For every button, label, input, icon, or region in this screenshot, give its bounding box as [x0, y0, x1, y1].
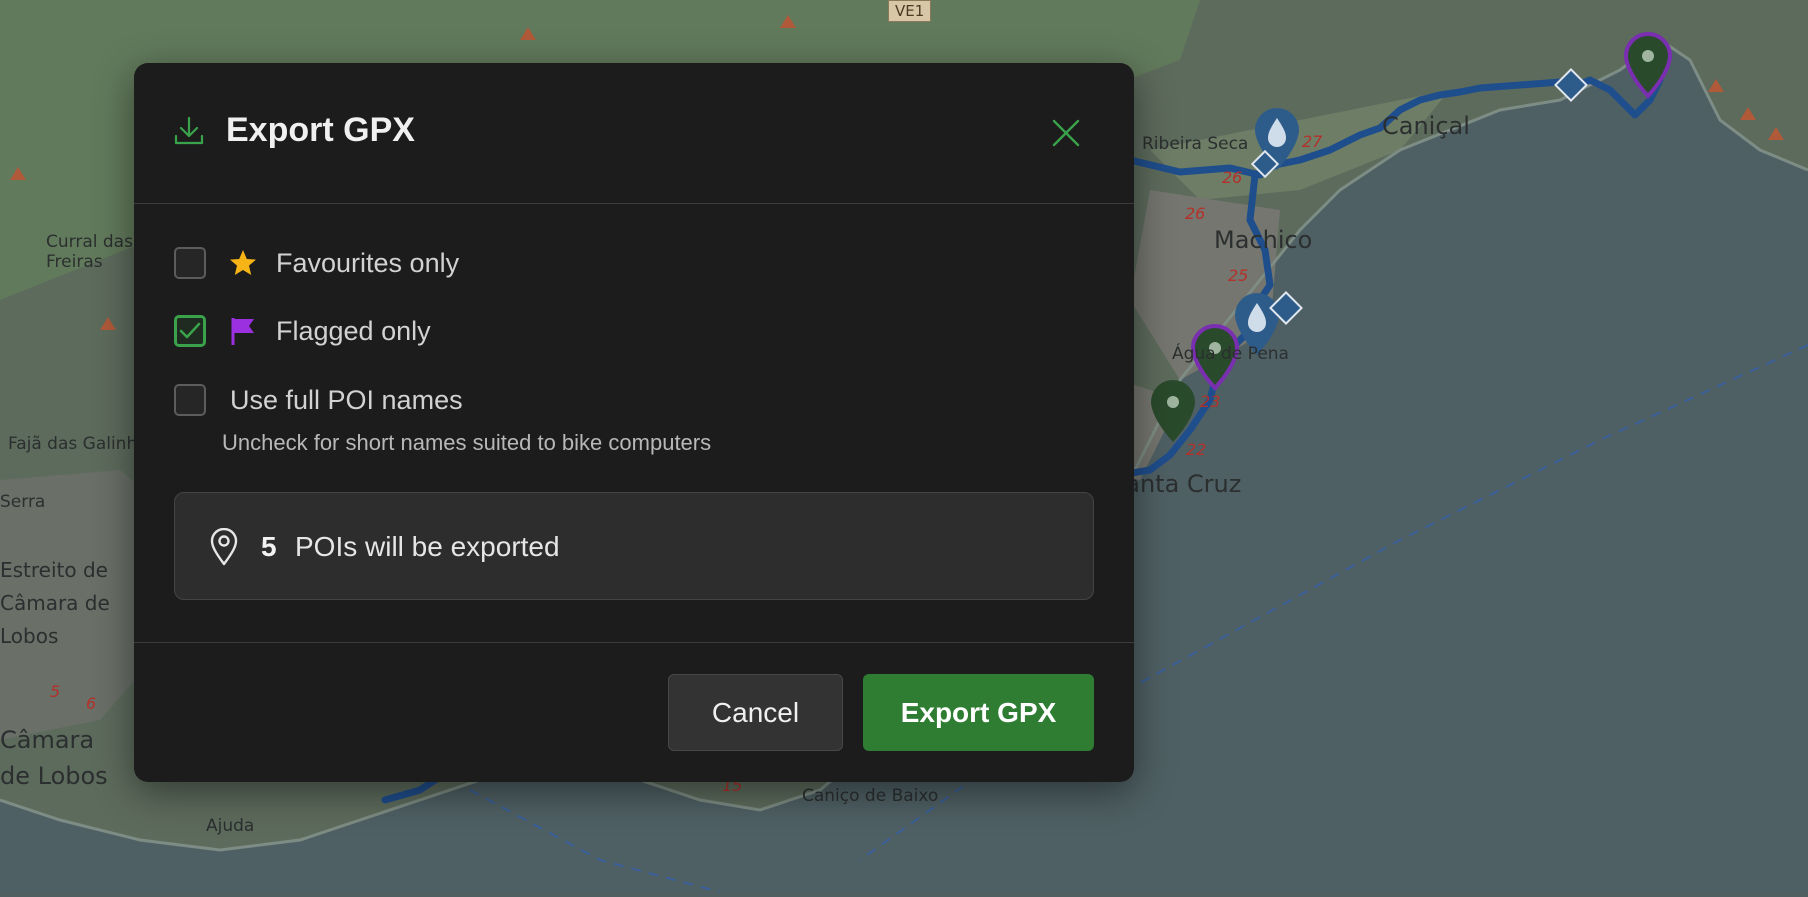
km-marker: 27 — [1302, 132, 1323, 151]
favourites-only-checkbox[interactable] — [174, 247, 206, 279]
full-poi-names-hint: Uncheck for short names suited to bike c… — [222, 430, 712, 455]
map-label-serra: Serra — [0, 492, 46, 512]
flagged-only-label: Flagged only — [276, 315, 431, 346]
full-poi-names-option[interactable]: Use full POI names — [174, 380, 463, 420]
map-label-canico-de-baixo: Caniço de Baixo — [802, 786, 939, 806]
download-icon — [172, 114, 206, 148]
export-summary: 5 POIs will be exported — [174, 492, 1094, 600]
map-label-estreito: Estreito de Câmara de Lobos — [0, 558, 110, 648]
km-marker: 25 — [1228, 266, 1249, 285]
map-pin-icon — [209, 527, 239, 566]
km-marker: 26 — [1185, 204, 1206, 223]
map-label-machico: Machico — [1214, 226, 1313, 254]
favourites-only-option[interactable]: Favourites only — [174, 243, 459, 283]
km-marker: 23 — [1200, 392, 1221, 411]
map-label-canical: Caniçal — [1382, 112, 1470, 140]
close-button[interactable] — [1046, 113, 1086, 153]
dialog-header: Export GPX — [134, 63, 1134, 203]
footer-divider — [134, 642, 1134, 643]
export-gpx-button[interactable]: Export GPX — [863, 674, 1094, 751]
map-label-agua-de-pena: Água de Pena — [1172, 344, 1289, 364]
km-marker: 5 — [50, 682, 61, 701]
poi-count: 5 — [261, 531, 277, 562]
favourites-only-label: Favourites only — [276, 247, 460, 278]
km-marker: 6 — [86, 694, 97, 713]
map-label-ajuda: Ajuda — [206, 816, 255, 836]
header-divider — [134, 203, 1134, 204]
cancel-button[interactable]: Cancel — [668, 674, 843, 751]
checkmark-icon — [179, 322, 201, 339]
full-poi-names-label: Use full POI names — [230, 384, 463, 415]
close-icon — [1052, 119, 1080, 147]
km-marker: 26 — [1222, 168, 1243, 187]
map-label-curral-das-freiras: Curral das Freiras — [46, 232, 133, 272]
star-icon — [228, 248, 258, 278]
poi-count-text: POIs will be exported — [295, 531, 560, 562]
flag-icon — [228, 316, 258, 346]
map-label-ribeira-seca: Ribeira Seca — [1142, 134, 1249, 154]
export-gpx-dialog: Export GPX Favourites only Flagged only … — [134, 63, 1134, 782]
flagged-only-option[interactable]: Flagged only — [174, 311, 431, 351]
full-poi-names-checkbox[interactable] — [174, 384, 206, 416]
flagged-only-checkbox[interactable] — [174, 315, 206, 347]
dialog-title: Export GPX — [226, 111, 415, 149]
road-shield-ve1: VE1 — [888, 0, 932, 22]
map-label-camara-de-lobos: Câmara de Lobos — [0, 726, 108, 790]
km-marker: 22 — [1186, 440, 1207, 459]
